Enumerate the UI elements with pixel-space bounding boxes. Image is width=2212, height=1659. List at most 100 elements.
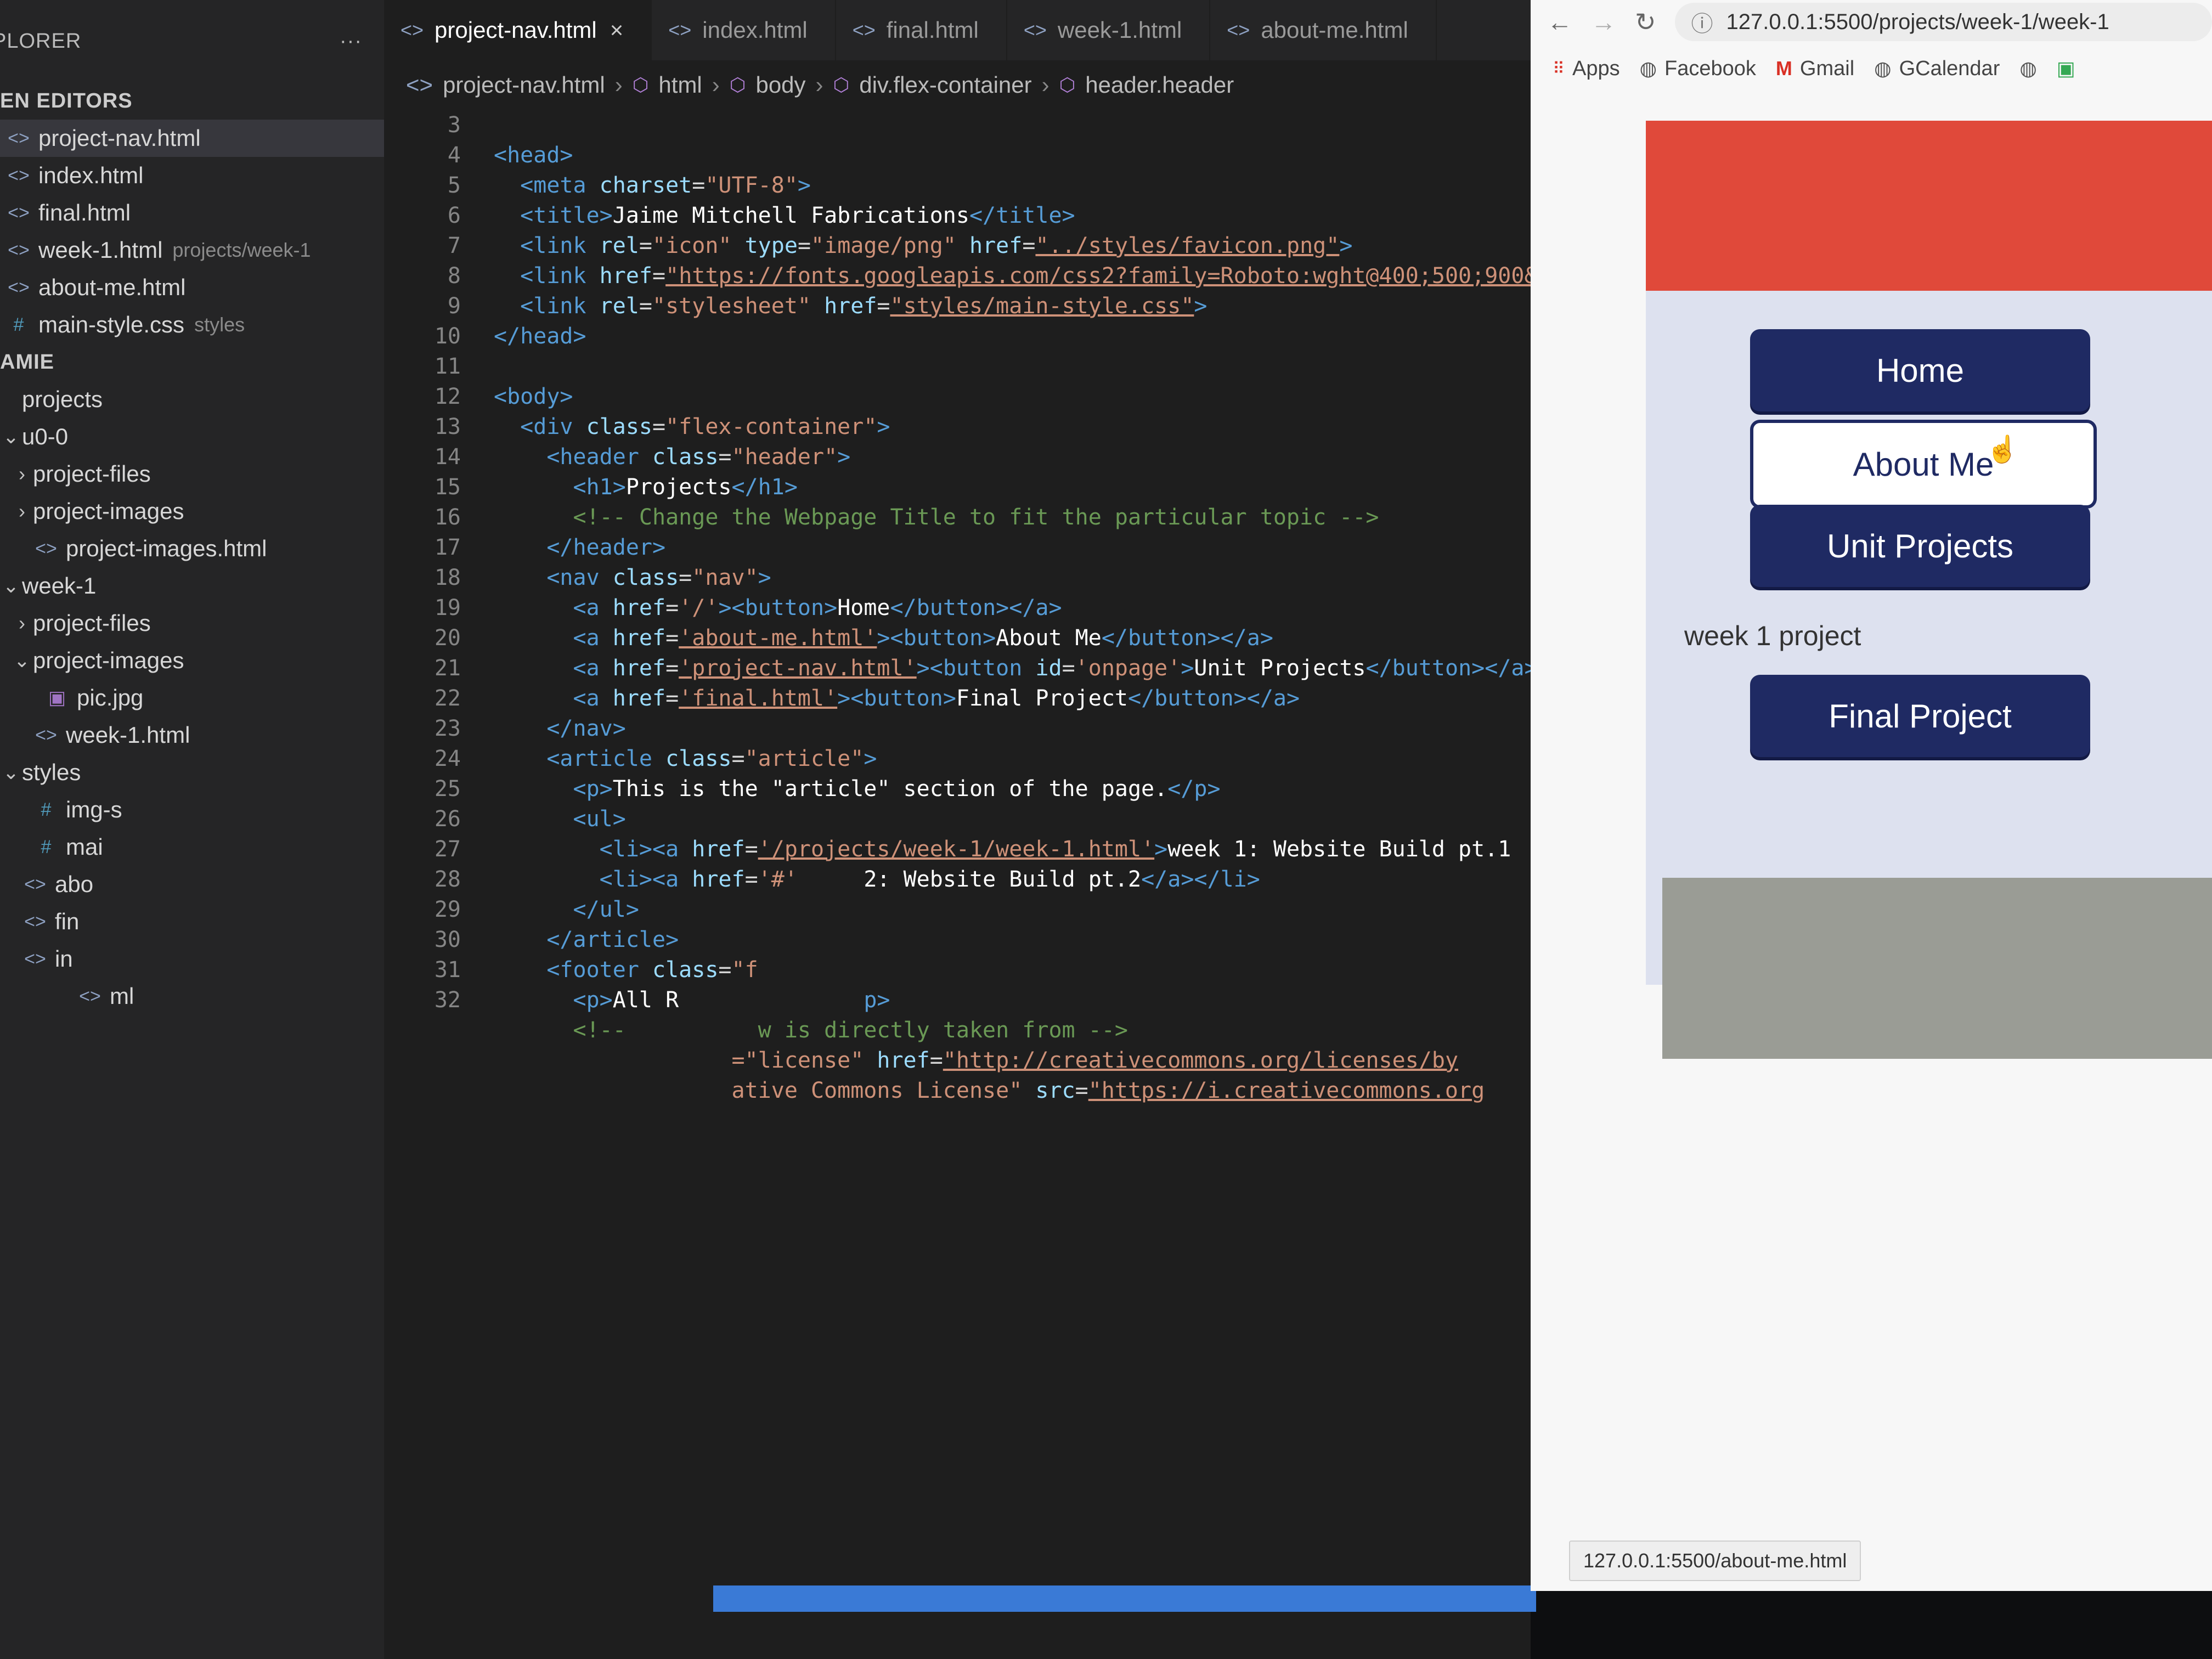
tree-item[interactable]: <> abo <box>0 866 384 903</box>
code-line[interactable]: 19 <a href='/'><button>Home</button></a> <box>384 592 1531 623</box>
breadcrumb-item[interactable]: body <box>755 72 805 98</box>
tree-item[interactable]: ▣ pic.jpg <box>0 679 384 716</box>
code-line[interactable]: 17 </header> <box>384 532 1531 562</box>
forward-arrow-icon[interactable]: → <box>1591 7 1616 37</box>
open-editor-item[interactable]: <> about-me.html <box>0 269 384 306</box>
more-actions-icon[interactable]: ··· <box>340 30 362 53</box>
bookmark-item[interactable]: ⠿ Apps <box>1553 57 1620 81</box>
open-editors-section[interactable]: EN EDITORS <box>0 82 384 120</box>
code-token: About Me <box>996 625 1102 651</box>
code-line[interactable]: 27 <li><a href='/projects/week-1/week-1.… <box>384 834 1531 864</box>
code-line[interactable]: 32 <p>All R p> <box>384 985 1531 1015</box>
tree-item[interactable]: <> week-1.html <box>0 716 384 754</box>
code-token: = <box>718 957 732 983</box>
code-line[interactable]: 23 </nav> <box>384 713 1531 743</box>
element-cube-icon: ⬡ <box>632 75 649 95</box>
code-line[interactable]: 5 <meta charset="UTF-8"> <box>384 170 1531 200</box>
open-editor-item[interactable]: <> week-1.html projects/week-1 <box>0 232 384 269</box>
code-line[interactable]: 16 <!-- Change the Webpage Title to fit … <box>384 502 1531 532</box>
code-token: ><button <box>916 655 1023 681</box>
open-editor-item[interactable]: <> index.html <box>0 157 384 194</box>
tree-item[interactable]: ⌄ styles <box>0 754 384 791</box>
bookmark-item[interactable]: ◍ Facebook <box>1640 57 1756 81</box>
info-icon[interactable]: ⓘ <box>1691 6 1713 38</box>
code-line[interactable]: ="license" href="http://creativecommons.… <box>384 1045 1531 1075</box>
code-token: "icon" <box>652 233 732 258</box>
open-editor-item[interactable]: <> final.html <box>0 194 384 232</box>
code-line[interactable]: <!-- w is directly taken from --> <box>384 1015 1531 1045</box>
address-bar[interactable]: ⓘ 127.0.0.1:5500/projects/week-1/week-1 <box>1674 3 2212 41</box>
tree-item[interactable]: # mai <box>0 828 384 866</box>
tree-item[interactable]: ⌄ u0-0 <box>0 418 384 455</box>
workspace-section[interactable]: AMIE <box>0 343 384 381</box>
editor-tab[interactable]: <> about-me.html <box>1210 0 1437 60</box>
open-editor-item[interactable]: <> project-nav.html <box>0 120 384 157</box>
tab-label: index.html <box>702 17 808 43</box>
code-line[interactable]: 20 <a href='about-me.html'><button>About… <box>384 623 1531 653</box>
breadcrumb-item[interactable]: div.flex-container <box>859 72 1031 98</box>
site-footer <box>1662 878 2212 1059</box>
code-line[interactable]: ative Commons License" src="https://i.cr… <box>384 1075 1531 1105</box>
apps-grid-icon: ⠿ <box>1553 59 1565 78</box>
bookmark-item[interactable]: ▣ <box>2057 57 2075 80</box>
code-line[interactable]: 28 <li><a href='#' 2: Website Build pt.2… <box>384 864 1531 894</box>
code-line[interactable]: 24 <article class="article"> <box>384 743 1531 774</box>
code-line[interactable]: 30 </article> <box>384 924 1531 955</box>
tree-item[interactable]: <> ml <box>0 978 384 1015</box>
tree-item[interactable]: ⌄ project-images <box>0 642 384 679</box>
code-line[interactable]: 18 <nav class="nav"> <box>384 562 1531 592</box>
code-line[interactable]: 22 <a href='final.html'><button>Final Pr… <box>384 683 1531 713</box>
tree-item[interactable]: <> fin <box>0 903 384 940</box>
editor-tab[interactable]: <> final.html <box>836 0 1007 60</box>
tree-item[interactable]: › project-images <box>0 493 384 530</box>
nav-button-unit-projects[interactable]: Unit Projects <box>1750 505 2090 587</box>
editor-tab[interactable]: <> week-1.html <box>1007 0 1211 60</box>
tree-item[interactable]: › project-files <box>0 605 384 642</box>
back-arrow-icon[interactable]: ← <box>1547 7 1572 37</box>
tree-item[interactable]: <> in <box>0 940 384 978</box>
code-line[interactable]: 7 <link rel="icon" type="image/png" href… <box>384 230 1531 261</box>
reload-icon[interactable]: ↻ <box>1635 7 1656 37</box>
code-line[interactable]: 8 <link href="https://fonts.googleapis.c… <box>384 261 1604 291</box>
bookmark-item[interactable]: ◍ <box>2019 57 2036 80</box>
breadcrumb-item[interactable]: html <box>658 72 702 98</box>
code-line[interactable]: 15 <h1>Projects</h1> <box>384 472 1531 502</box>
tree-item[interactable]: # img-s <box>0 791 384 828</box>
code-token: "image/png" <box>811 233 956 258</box>
nav-button-about-me[interactable]: About Me <box>1750 420 2097 509</box>
code-line[interactable]: 31 <footer class="f <box>384 955 1531 985</box>
code-line[interactable]: 26 <ul> <box>384 804 1531 834</box>
nav-button-final-project[interactable]: Final Project <box>1750 675 2090 757</box>
code-line[interactable]: 9 <link rel="stylesheet" href="styles/ma… <box>384 291 1531 321</box>
breadcrumb-item[interactable]: header.header <box>1085 72 1234 98</box>
code-line[interactable]: 14 <header class="header"> <box>384 442 1531 472</box>
code-line[interactable]: 21 <a href='project-nav.html'><button id… <box>384 653 1538 683</box>
tree-item-label: u0-0 <box>22 424 69 449</box>
week-project-link[interactable]: week 1 project <box>1684 620 1861 652</box>
open-editor-item[interactable]: # main-style.css styles <box>0 306 384 343</box>
code-line[interactable]: 4 <head> <box>384 140 1531 170</box>
close-icon[interactable]: × <box>610 17 624 43</box>
code-line[interactable]: 3 <box>384 110 1531 140</box>
code-area[interactable]: 3 4 <head> 5 <meta charset="UTF-8"> 6 <title… <box>384 110 1604 1591</box>
code-line[interactable]: 25 <p>This is the "article" section of t… <box>384 774 1531 804</box>
code-token: ><button> <box>718 595 838 620</box>
breadcrumb-item[interactable]: project-nav.html <box>443 72 605 98</box>
tree-item[interactable]: <> project-images.html <box>0 530 384 567</box>
code-line[interactable]: 6 <title>Jaime Mitchell Fabrications</ti… <box>384 200 1531 230</box>
editor-tab[interactable]: <> project-nav.html × <box>384 0 652 60</box>
code-line[interactable]: 13 <div class="flex-container"> <box>384 411 1531 442</box>
code-line[interactable]: 11 <box>384 351 1531 381</box>
tree-item[interactable]: projects <box>0 381 384 418</box>
tree-item[interactable]: ⌄ week-1 <box>0 567 384 605</box>
code-line[interactable]: 12 <body> <box>384 381 1531 411</box>
tree-item[interactable]: › project-files <box>0 455 384 493</box>
bookmark-item[interactable]: M Gmail <box>1776 57 1854 81</box>
bookmark-item[interactable]: ◍ GCalendar <box>1874 57 2000 81</box>
code-line[interactable]: 10 </head> <box>384 321 1531 351</box>
code-line[interactable]: 29 </ul> <box>384 894 1531 924</box>
line-content: <link href="https://fonts.googleapis.com… <box>494 263 1604 289</box>
nav-button-home[interactable]: Home <box>1750 329 2090 411</box>
editor-tab[interactable]: <> index.html <box>652 0 836 60</box>
